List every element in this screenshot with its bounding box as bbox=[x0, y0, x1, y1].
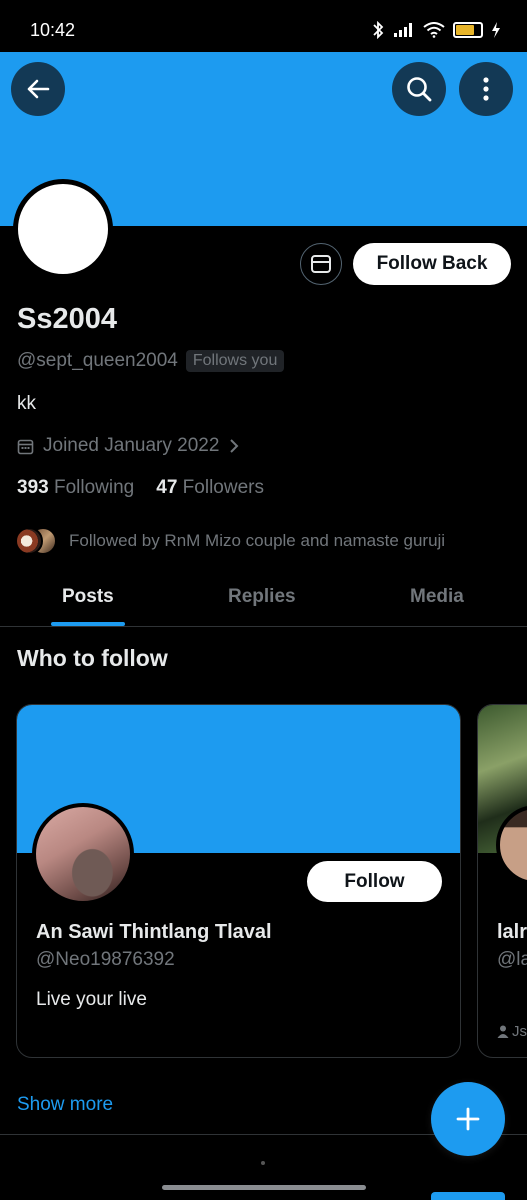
active-tab-indicator bbox=[51, 622, 125, 626]
follow-button[interactable]: Follow bbox=[307, 861, 442, 902]
mutual-avatars bbox=[15, 527, 59, 555]
card-bio: Live your live bbox=[36, 989, 147, 1010]
follow-stats: 393 Following 47 Followers bbox=[17, 477, 264, 499]
secondary-fab-peek bbox=[431, 1192, 505, 1200]
suggestion-card[interactable]: Follow An Sawi Thintlang Tlaval @Neo1987… bbox=[16, 704, 461, 1058]
wifi-icon bbox=[423, 22, 445, 38]
back-button[interactable] bbox=[11, 62, 65, 116]
followers-count: 47 bbox=[156, 477, 178, 498]
plus-icon bbox=[456, 1107, 480, 1131]
profile-handle: @sept_queen2004 bbox=[17, 350, 178, 371]
follows-you-badge: Follows you bbox=[185, 350, 285, 372]
status-icons bbox=[371, 21, 501, 39]
more-options-button[interactable] bbox=[459, 62, 513, 116]
card-name: An Sawi Thintlang Tlaval bbox=[36, 921, 272, 943]
show-more-link[interactable]: Show more bbox=[17, 1094, 113, 1116]
signal-icon bbox=[394, 23, 412, 37]
message-button[interactable] bbox=[300, 243, 342, 285]
who-to-follow-title: Who to follow bbox=[17, 645, 168, 671]
profile-avatar[interactable] bbox=[13, 179, 113, 279]
joined-date: Joined January 2022 bbox=[43, 435, 220, 456]
page-indicator-dot bbox=[261, 1161, 265, 1165]
compose-button[interactable] bbox=[431, 1082, 505, 1156]
status-bar: 10:42 bbox=[0, 0, 527, 52]
search-button[interactable] bbox=[392, 62, 446, 116]
handle-row: @sept_queen2004 Follows you bbox=[17, 350, 285, 372]
gesture-navigation-bar[interactable] bbox=[162, 1185, 366, 1190]
tab-media[interactable]: Media bbox=[410, 586, 464, 608]
profile-tabs: Posts Replies Media bbox=[0, 570, 527, 627]
search-icon bbox=[407, 77, 432, 102]
followed-by-text: Followed by RnM Mizo couple and namaste … bbox=[69, 531, 446, 550]
following-stat[interactable]: 393 Following bbox=[17, 477, 134, 499]
bluetooth-icon bbox=[373, 21, 384, 39]
chevron-right-icon bbox=[230, 439, 239, 453]
joined-row[interactable]: Joined January 2022 bbox=[17, 435, 240, 457]
following-count: 393 bbox=[17, 477, 49, 498]
followers-label: Followers bbox=[182, 477, 264, 498]
profile-bio: kk bbox=[17, 393, 36, 414]
mutual-avatar bbox=[15, 527, 43, 555]
card-meta: Js bbox=[497, 1023, 527, 1040]
more-vertical-icon bbox=[483, 77, 489, 101]
card-meta-text: Js bbox=[512, 1023, 527, 1040]
profile-display-name: Ss2004 bbox=[17, 303, 117, 335]
card-handle: @la bbox=[497, 949, 527, 970]
calendar-icon bbox=[17, 439, 34, 454]
status-time: 10:42 bbox=[30, 20, 76, 40]
tab-replies[interactable]: Replies bbox=[228, 586, 296, 608]
tab-posts[interactable]: Posts bbox=[62, 586, 114, 608]
card-handle: @Neo19876392 bbox=[36, 949, 175, 970]
card-name: lalr bbox=[497, 921, 527, 943]
card-avatar[interactable] bbox=[32, 803, 134, 905]
follow-back-button[interactable]: Follow Back bbox=[353, 243, 511, 285]
arrow-left-icon bbox=[27, 79, 50, 99]
mail-icon bbox=[311, 255, 331, 273]
following-label: Following bbox=[53, 477, 135, 498]
person-icon bbox=[497, 1025, 509, 1038]
followers-stat[interactable]: 47 Followers bbox=[156, 477, 264, 499]
followed-by-row[interactable]: Followed by RnM Mizo couple and namaste … bbox=[15, 527, 445, 555]
battery-icon bbox=[453, 22, 483, 38]
suggestion-card[interactable]: lalr @la Js bbox=[477, 704, 527, 1058]
charging-icon bbox=[492, 22, 500, 38]
